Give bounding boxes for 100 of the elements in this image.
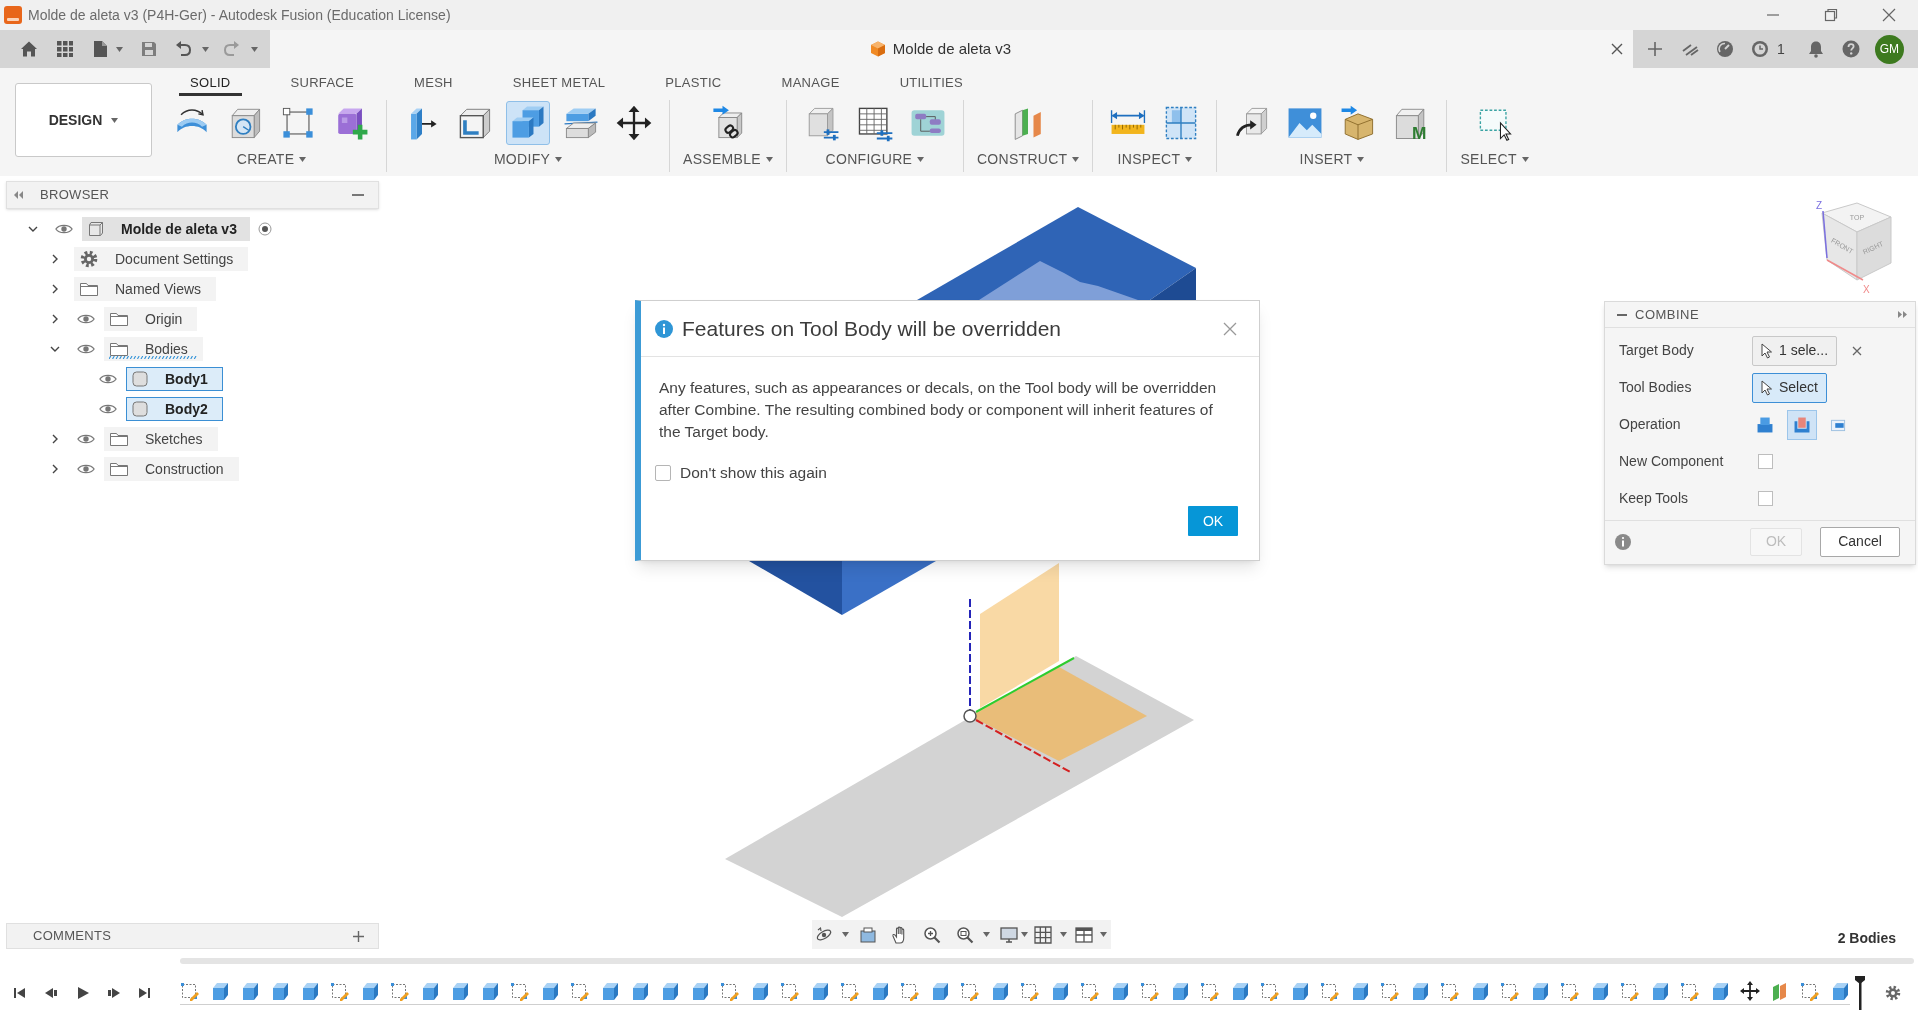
caret-icon[interactable] — [1021, 932, 1028, 937]
cube-icon[interactable] — [750, 981, 770, 1001]
eye-icon[interactable] — [77, 343, 95, 355]
eye-icon[interactable] — [99, 403, 117, 415]
cube-icon[interactable] — [1290, 981, 1310, 1001]
cube-icon[interactable] — [1110, 981, 1130, 1001]
sketch-icon[interactable] — [1620, 981, 1640, 1001]
tree-item[interactable]: Named Views — [74, 277, 217, 301]
eye-icon[interactable] — [99, 373, 117, 385]
caret-icon[interactable] — [555, 157, 563, 162]
double-chevron-right-icon[interactable] — [1898, 311, 1907, 318]
settings-icon[interactable] — [1885, 985, 1901, 1001]
home-icon[interactable] — [20, 40, 38, 58]
document-tab[interactable]: Molde de aleta v3 — [892, 37, 1012, 61]
timeline-marker-icon[interactable] — [1855, 976, 1865, 1010]
sketch-icon[interactable] — [1800, 981, 1820, 1001]
toolbar-group-menu[interactable]: CREATE — [236, 149, 307, 170]
tree-item[interactable]: Molde de aleta v3 — [82, 217, 250, 241]
zoom-fit-icon[interactable] — [956, 925, 974, 944]
tree-item[interactable]: Construction — [104, 457, 239, 481]
sketch-icon[interactable] — [510, 981, 530, 1001]
caret-icon[interactable] — [765, 157, 773, 162]
radio-button[interactable] — [257, 222, 272, 236]
toolbar-group-menu[interactable]: SELECT — [1460, 149, 1529, 170]
close-icon[interactable] — [1223, 321, 1237, 336]
minus-icon[interactable] — [1617, 313, 1627, 316]
caret-icon[interactable] — [1072, 157, 1080, 162]
workspace-button[interactable]: DESIGN — [15, 83, 152, 157]
chevron-right-icon[interactable] — [50, 254, 60, 264]
sketch-icon[interactable] — [1500, 981, 1520, 1001]
plus-icon[interactable] — [1646, 40, 1664, 58]
toolbar-tab[interactable]: MANAGE — [770, 72, 851, 96]
cube-icon[interactable] — [270, 981, 290, 1001]
caret-icon[interactable] — [917, 157, 925, 162]
sketch-icon[interactable] — [840, 981, 860, 1001]
eye-icon[interactable] — [55, 223, 73, 235]
bell-icon[interactable] — [1806, 40, 1825, 58]
checkbox[interactable] — [1758, 454, 1773, 469]
caret-icon[interactable] — [1521, 157, 1529, 162]
sketch-icon[interactable] — [180, 981, 200, 1001]
sketch-icon[interactable] — [1680, 981, 1700, 1001]
step-back-icon[interactable] — [44, 986, 58, 1000]
window-panes-icon[interactable] — [1075, 925, 1093, 944]
skip-to-start-icon[interactable] — [13, 986, 27, 1000]
sketch-icon[interactable] — [1380, 981, 1400, 1001]
sketch-icon[interactable] — [390, 981, 410, 1001]
move-arrows-icon[interactable] — [1740, 981, 1760, 1001]
cube-icon[interactable] — [1590, 981, 1610, 1001]
plus-icon[interactable] — [353, 930, 364, 942]
cube-icon[interactable] — [870, 981, 890, 1001]
cube-icon[interactable] — [630, 981, 650, 1001]
close-icon[interactable] — [1611, 43, 1623, 55]
caret-icon[interactable] — [251, 46, 258, 52]
monitor-icon[interactable] — [1000, 925, 1018, 944]
skip-to-end-icon[interactable] — [137, 986, 151, 1000]
selection-button[interactable]: 1 sele... — [1752, 335, 1838, 366]
toolbar-group-menu[interactable]: INSPECT — [1117, 149, 1193, 170]
tree-item[interactable]: Bodies — [104, 337, 203, 361]
tree-item[interactable]: Document Settings — [74, 247, 249, 271]
caret-icon[interactable] — [299, 157, 307, 162]
chevron-right-icon[interactable] — [50, 284, 60, 294]
restore-icon[interactable] — [1824, 8, 1838, 22]
undo-icon[interactable] — [175, 41, 191, 57]
chevron-right-icon[interactable] — [50, 434, 60, 444]
cube-icon[interactable] — [450, 981, 470, 1001]
sketch-icon[interactable] — [570, 981, 590, 1001]
view-box-icon[interactable] — [859, 925, 877, 944]
info-icon[interactable] — [1615, 533, 1631, 550]
cube-icon[interactable] — [540, 981, 560, 1001]
cube-icon[interactable] — [930, 981, 950, 1001]
toolbar-tab[interactable]: MESH — [403, 72, 464, 96]
grid-icon[interactable] — [1034, 925, 1052, 944]
clock-icon[interactable] — [1751, 40, 1769, 58]
cube-icon[interactable] — [600, 981, 620, 1001]
zoom-icon[interactable] — [923, 925, 941, 944]
tree-item[interactable]: Sketches — [104, 427, 218, 451]
cancel-button[interactable]: Cancel — [1820, 526, 1900, 557]
cube-icon[interactable] — [1410, 981, 1430, 1001]
cube-icon[interactable] — [690, 981, 710, 1001]
notched-block-icon[interactable] — [1787, 409, 1817, 440]
sketch-icon[interactable] — [780, 981, 800, 1001]
stacked-cubes-icon[interactable] — [506, 101, 550, 145]
step-forward-icon[interactable] — [107, 986, 121, 1000]
cube-icon[interactable] — [300, 981, 320, 1001]
eye-icon[interactable] — [77, 463, 95, 475]
caret-icon[interactable] — [1060, 932, 1067, 937]
cube-icon[interactable] — [990, 981, 1010, 1001]
cube-icon[interactable] — [810, 981, 830, 1001]
chevron-right-icon[interactable] — [50, 464, 60, 474]
caret-icon[interactable] — [111, 117, 119, 123]
file-icon[interactable] — [93, 41, 107, 57]
toolbar-tab[interactable]: SURFACE — [279, 72, 366, 96]
user-avatar[interactable]: GM — [1874, 34, 1904, 64]
toolbar-tab[interactable]: PLASTIC — [654, 72, 733, 96]
clear-icon[interactable] — [1852, 345, 1863, 356]
help-icon[interactable] — [1841, 40, 1860, 58]
sketch-icon[interactable] — [1560, 981, 1580, 1001]
toolbar-tab[interactable]: SHEET METAL — [501, 72, 617, 96]
sketch-icon[interactable] — [1080, 981, 1100, 1001]
toolbar-tab[interactable]: SOLID — [179, 72, 242, 96]
